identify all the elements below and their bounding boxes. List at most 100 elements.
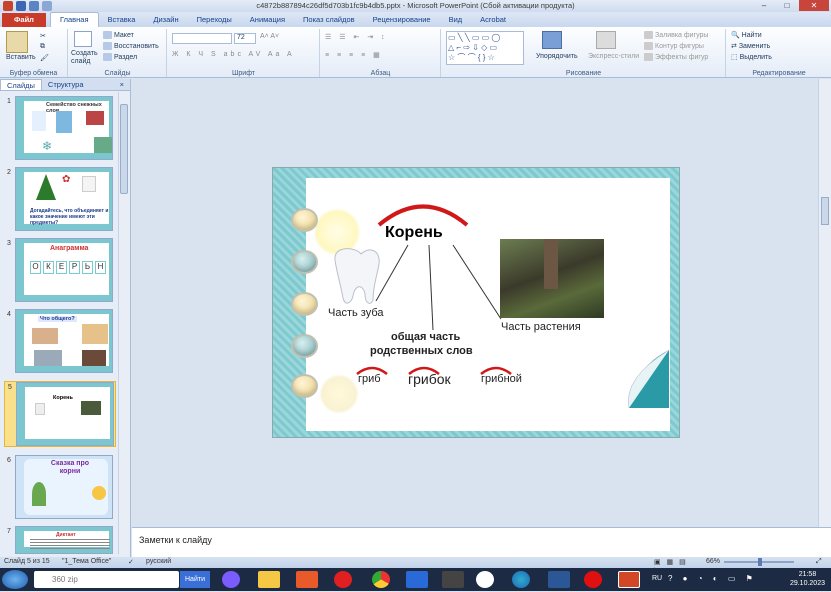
system-tray-icons[interactable]: ? ● ◔ ◐ ▭ ⚑ [668,574,757,583]
replace-label: Заменить [738,43,771,50]
shape-fill-label: Заливка фигуры [655,31,709,39]
tab-slides[interactable]: Слайды [0,79,42,90]
quick-styles-button[interactable]: Экспресс-стили [588,53,639,60]
clock[interactable]: 21:58 29.10.2023 [790,570,825,588]
current-slide[interactable]: Корень Часть зуба Часть растения общая ч… [272,167,680,438]
language-indicator[interactable]: русский [146,558,171,565]
app-icon[interactable] [406,571,428,588]
slide-thumbnail[interactable]: 4 Что общего? [4,309,116,375]
shape-fill-button[interactable]: Заливка фигуры [644,31,708,39]
tab-view[interactable]: Вид [440,13,472,27]
cut-icon[interactable]: ✂ [40,32,46,40]
word-icon[interactable] [548,571,570,588]
input-language[interactable]: RU [652,575,662,582]
maximize-button[interactable]: □ [776,0,798,11]
ew-app-icon[interactable] [442,571,464,588]
font-name-input[interactable] [172,33,232,44]
thumbnail-5[interactable]: Корень [16,382,114,446]
format-painter-icon[interactable]: 🖌 [40,54,49,62]
label-plant-part[interactable]: Часть растения [501,321,581,333]
file-explorer-icon[interactable] [258,571,280,588]
scrollbar-thumb[interactable] [821,197,829,225]
tab-transitions[interactable]: Переходы [188,13,241,27]
arrange-icon[interactable] [542,31,562,49]
tab-file[interactable]: Файл [2,13,46,27]
thumbnail-3[interactable]: Анаграмма О К Е Р Ь Н [15,238,113,302]
taskbar-find-button[interactable]: Найти [180,571,210,588]
replace-button[interactable]: ⇄ Заменить [731,42,770,50]
grow-font-icon[interactable]: A˄ A˅ [260,33,279,40]
shape-effects-button[interactable]: Эффекты фигур [644,53,708,61]
slide-thumbnail[interactable]: 2 ✿ Догадайтесь, что объединяет и какое … [4,167,116,233]
yandex-icon[interactable] [476,571,494,588]
shapes-gallery[interactable]: ▭ ╲ ╲ ▭ ▭ ◯ △ ⌐ ⇨ ⇩ ◇ ▭ ☆ ⌒ ⌒ { } ☆ [446,31,524,65]
notes-placeholder[interactable]: Заметки к слайду [139,535,212,545]
tab-outline[interactable]: Структура [42,79,90,90]
new-slide-button[interactable]: Создать слайд [71,50,99,66]
fit-to-window-icon[interactable]: ⤢ [816,558,822,566]
word-gribok[interactable]: грибок [408,371,451,387]
word-gribnoy[interactable]: грибной [481,373,522,385]
align-buttons[interactable]: ≡ ≡ ≡ ≡ ▦ [325,51,383,59]
root-arc [377,204,469,227]
slide-thumbnail[interactable]: 1 Семейство снежных слов ❄ [4,96,116,162]
font-size-input[interactable]: 72 [234,33,256,44]
powerpoint-taskbar-icon[interactable] [618,571,640,588]
panel-close-icon[interactable]: × [114,79,130,90]
thumbnail-2[interactable]: ✿ Догадайтесь, что объединяет и какое зн… [15,167,113,231]
status-bar: Слайд 5 из 15 "1_Тема Office" ✓ русский … [0,557,831,574]
thumbnail-scrollbar[interactable] [118,92,129,554]
label-tooth-part[interactable]: Часть зуба [328,307,383,319]
tab-slideshow[interactable]: Показ слайдов [294,13,364,27]
paste-button[interactable]: Вставить [6,54,36,61]
select-button[interactable]: ⬚ Выделить [731,53,772,61]
tab-home[interactable]: Главная [49,12,99,27]
slide-thumbnail[interactable]: 3 Анаграмма О К Е Р Ь Н [4,238,116,304]
zoom-level[interactable]: 66% [706,558,720,565]
center-line-1[interactable]: общая часть [391,331,460,343]
zoom-slider-thumb[interactable] [758,558,762,566]
layout-button[interactable]: Макет [103,31,134,39]
slide-thumbnail[interactable]: 6 Сказка про корни [4,455,116,521]
thumbnail-1[interactable]: Семейство снежных слов ❄ [15,96,113,160]
tab-acrobat[interactable]: Acrobat [471,13,515,27]
slide-thumbnail-selected[interactable]: 5 Корень [4,381,116,447]
quick-styles-icon[interactable] [596,31,616,49]
new-slide-icon[interactable] [74,31,92,47]
slide-title[interactable]: Корень [385,224,443,242]
tab-design[interactable]: Дизайн [144,13,187,27]
notes-pane[interactable]: Заметки к слайду [132,527,831,557]
alice-icon[interactable] [222,571,240,588]
scrollbar-thumb[interactable] [120,104,128,194]
thumbnail-6[interactable]: Сказка про корни [15,455,113,519]
find-button[interactable]: 🔍 Найти [731,31,762,39]
start-button[interactable] [2,570,28,589]
paste-icon[interactable] [6,31,28,53]
text-lines [30,539,110,540]
opera-icon[interactable] [584,571,602,588]
reset-button[interactable]: Восстановить [103,42,159,50]
close-button[interactable]: ✕ [799,0,829,11]
thumbnail-4[interactable]: Что общего? [15,309,113,373]
vertical-scrollbar[interactable] [818,79,831,527]
yandex-browser-icon[interactable] [334,571,352,588]
chrome-icon[interactable] [372,571,390,588]
font-format-buttons[interactable]: Ж К Ч S abc AV Aa A [172,51,295,58]
section-button[interactable]: Раздел [103,53,137,61]
shape-outline-button[interactable]: Контур фигуры [644,42,704,50]
edge-icon[interactable] [512,571,530,588]
tab-insert[interactable]: Вставка [99,13,145,27]
letter-tile: Н [95,261,106,274]
thumbnail-7[interactable]: Диктант [15,526,113,554]
minimize-button[interactable]: – [753,0,775,11]
word-grib[interactable]: гриб [358,373,381,385]
list-buttons[interactable]: ☰ ☰ ⇤ ⇥ ↕ [325,33,388,41]
media-player-icon[interactable] [296,571,318,588]
center-line-2[interactable]: родственных слов [370,345,473,357]
spellcheck-icon[interactable]: ✓ [128,558,134,566]
tab-review[interactable]: Рецензирование [364,13,440,27]
arrange-button[interactable]: Упорядочить [536,53,578,60]
copy-icon[interactable]: ⧉ [40,43,45,51]
taskbar-search-input[interactable]: 360 zip [34,571,179,588]
tab-animation[interactable]: Анимация [241,13,294,27]
